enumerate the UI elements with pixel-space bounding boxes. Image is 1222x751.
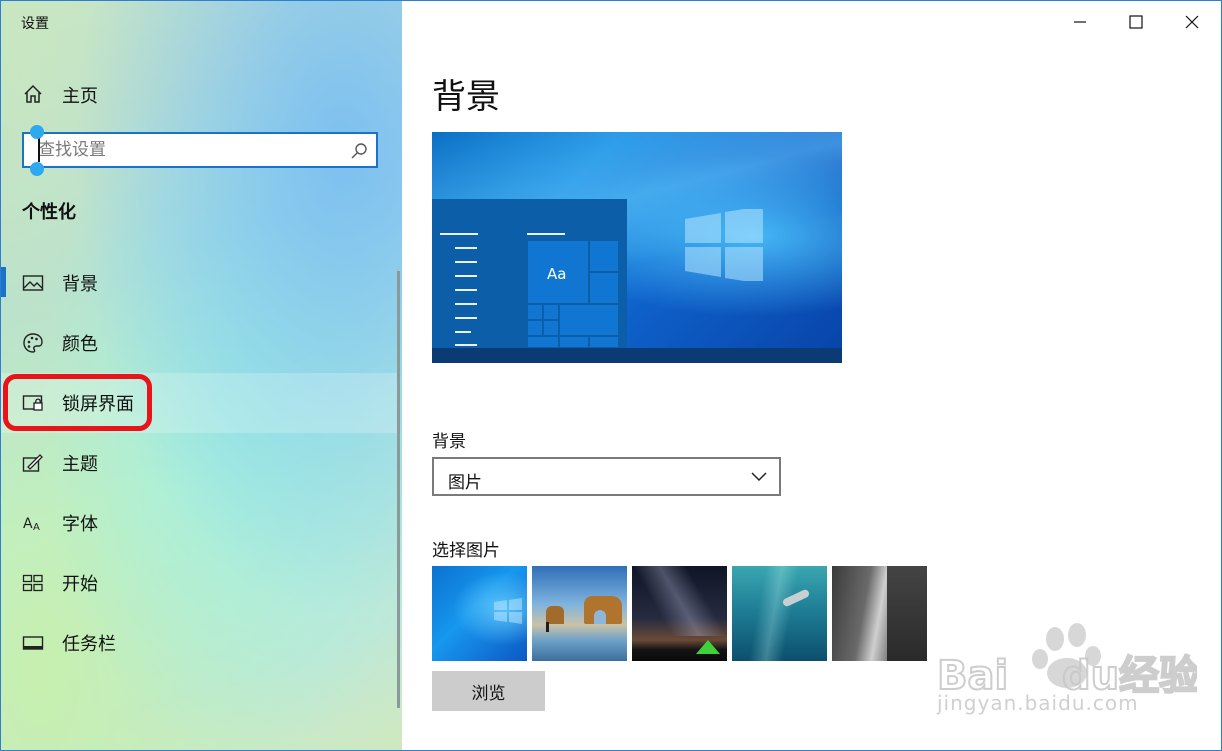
thumbnail-beach-arch[interactable] <box>532 566 627 661</box>
background-dropdown[interactable]: 图片 <box>432 457 781 496</box>
nav-item-label: 背景 <box>62 274 98 295</box>
thumbnail-night-sky[interactable] <box>632 566 727 661</box>
background-label: 背景 <box>432 432 466 452</box>
nav-item-label: 字体 <box>62 514 98 535</box>
thumbnail-underwater[interactable] <box>732 566 827 661</box>
preview-tile <box>589 240 619 272</box>
start-grid-icon <box>22 574 43 592</box>
preview-tile <box>559 336 589 348</box>
preview-tile <box>543 304 559 320</box>
section-title: 个性化 <box>22 202 76 223</box>
preview-tile <box>589 336 619 348</box>
chevron-down-icon <box>751 472 767 482</box>
choose-picture-label: 选择图片 <box>432 541 500 561</box>
nav-item-label: 主题 <box>62 454 98 475</box>
watermark-url: jingyan.baidu.com <box>937 691 1139 715</box>
selection-handle-top[interactable] <box>30 125 44 139</box>
maximize-icon[interactable] <box>1113 7 1159 37</box>
settings-window: 设置 主页 个性化 背景 <box>0 0 1222 751</box>
nav-item-label: 颜色 <box>62 334 98 355</box>
preview-taskbar <box>432 348 842 363</box>
picture-icon <box>22 275 44 291</box>
minimize-icon[interactable] <box>1057 7 1103 37</box>
preview-tile <box>559 304 619 336</box>
svg-text:A: A <box>23 516 33 532</box>
close-icon[interactable] <box>1169 7 1215 37</box>
sidebar-scrollbar[interactable] <box>397 271 400 708</box>
nav-item-colors[interactable]: 颜色 <box>1 313 399 373</box>
preview-sample-text: Aa <box>547 265 567 283</box>
search-box[interactable] <box>22 132 378 168</box>
nav-item-fonts[interactable]: A A 字体 <box>1 493 399 553</box>
nav-home-label: 主页 <box>62 86 98 107</box>
home-icon <box>24 84 42 103</box>
highlight-outline <box>3 374 152 431</box>
background-dropdown-value: 图片 <box>448 473 482 493</box>
main-pane: 背景 Aa 背景 图片 选择图片 浏览 Bai du经验 jingyan.bai… <box>402 1 1221 750</box>
preview-tile <box>527 320 543 336</box>
preview-tile <box>527 304 543 320</box>
thumbnail-rock-cliff[interactable] <box>832 566 927 661</box>
windows-logo-icon <box>494 598 522 624</box>
nav-item-start[interactable]: 开始 <box>1 553 399 613</box>
search-input[interactable] <box>38 138 338 162</box>
font-icon: A A <box>23 516 40 533</box>
nav-home[interactable]: 主页 <box>1 73 402 113</box>
preview-tile <box>543 320 559 336</box>
nav-item-background[interactable]: 背景 <box>1 253 399 313</box>
selection-handle-bottom[interactable] <box>30 162 44 176</box>
nav-item-themes[interactable]: 主题 <box>1 433 399 493</box>
nav-item-taskbar[interactable]: 任务栏 <box>1 613 399 673</box>
preview-tile <box>589 272 619 304</box>
theme-pen-icon <box>22 454 43 472</box>
search-icon[interactable] <box>350 142 368 160</box>
nav-item-label: 开始 <box>62 574 98 595</box>
nav-item-label: 任务栏 <box>62 634 116 655</box>
svg-text:A: A <box>33 522 40 533</box>
desktop-preview: Aa <box>432 132 842 363</box>
text-caret <box>38 138 40 162</box>
preview-tile <box>527 336 559 348</box>
sidebar: 设置 主页 个性化 背景 <box>1 1 402 750</box>
palette-icon <box>23 333 43 353</box>
browse-button[interactable]: 浏览 <box>432 671 545 711</box>
app-title: 设置 <box>21 16 49 32</box>
taskbar-icon <box>22 636 44 650</box>
windows-logo-icon <box>685 209 763 281</box>
page-title: 背景 <box>432 77 500 117</box>
thumbnail-windows-blue[interactable] <box>432 566 527 661</box>
